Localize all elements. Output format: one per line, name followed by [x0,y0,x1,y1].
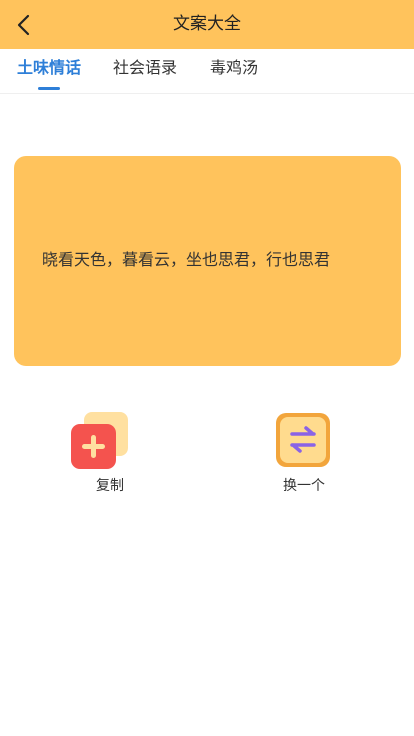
tab-bar: 土味情话 社会语录 毒鸡汤 [0,49,414,94]
tab-shehui-yulu[interactable]: 社会语录 [113,49,177,89]
quote-text: 晓看天色，暮看云，坐也思君，行也思君 [42,250,331,269]
tab-tuwei-qinghua[interactable]: 土味情话 [17,49,81,89]
app-header: 文案大全 [0,0,414,49]
next-button[interactable]: 换一个 [264,410,344,500]
copy-label: 复制 [96,478,124,494]
next-label: 换一个 [283,478,325,494]
copy-button[interactable]: 复制 [70,410,150,500]
tab-du-jitang[interactable]: 毒鸡汤 [210,49,258,89]
active-tab-indicator [38,87,60,90]
page-title: 文案大全 [173,14,241,34]
quote-card: 晓看天色，暮看云，坐也思君，行也思君 [14,156,401,366]
